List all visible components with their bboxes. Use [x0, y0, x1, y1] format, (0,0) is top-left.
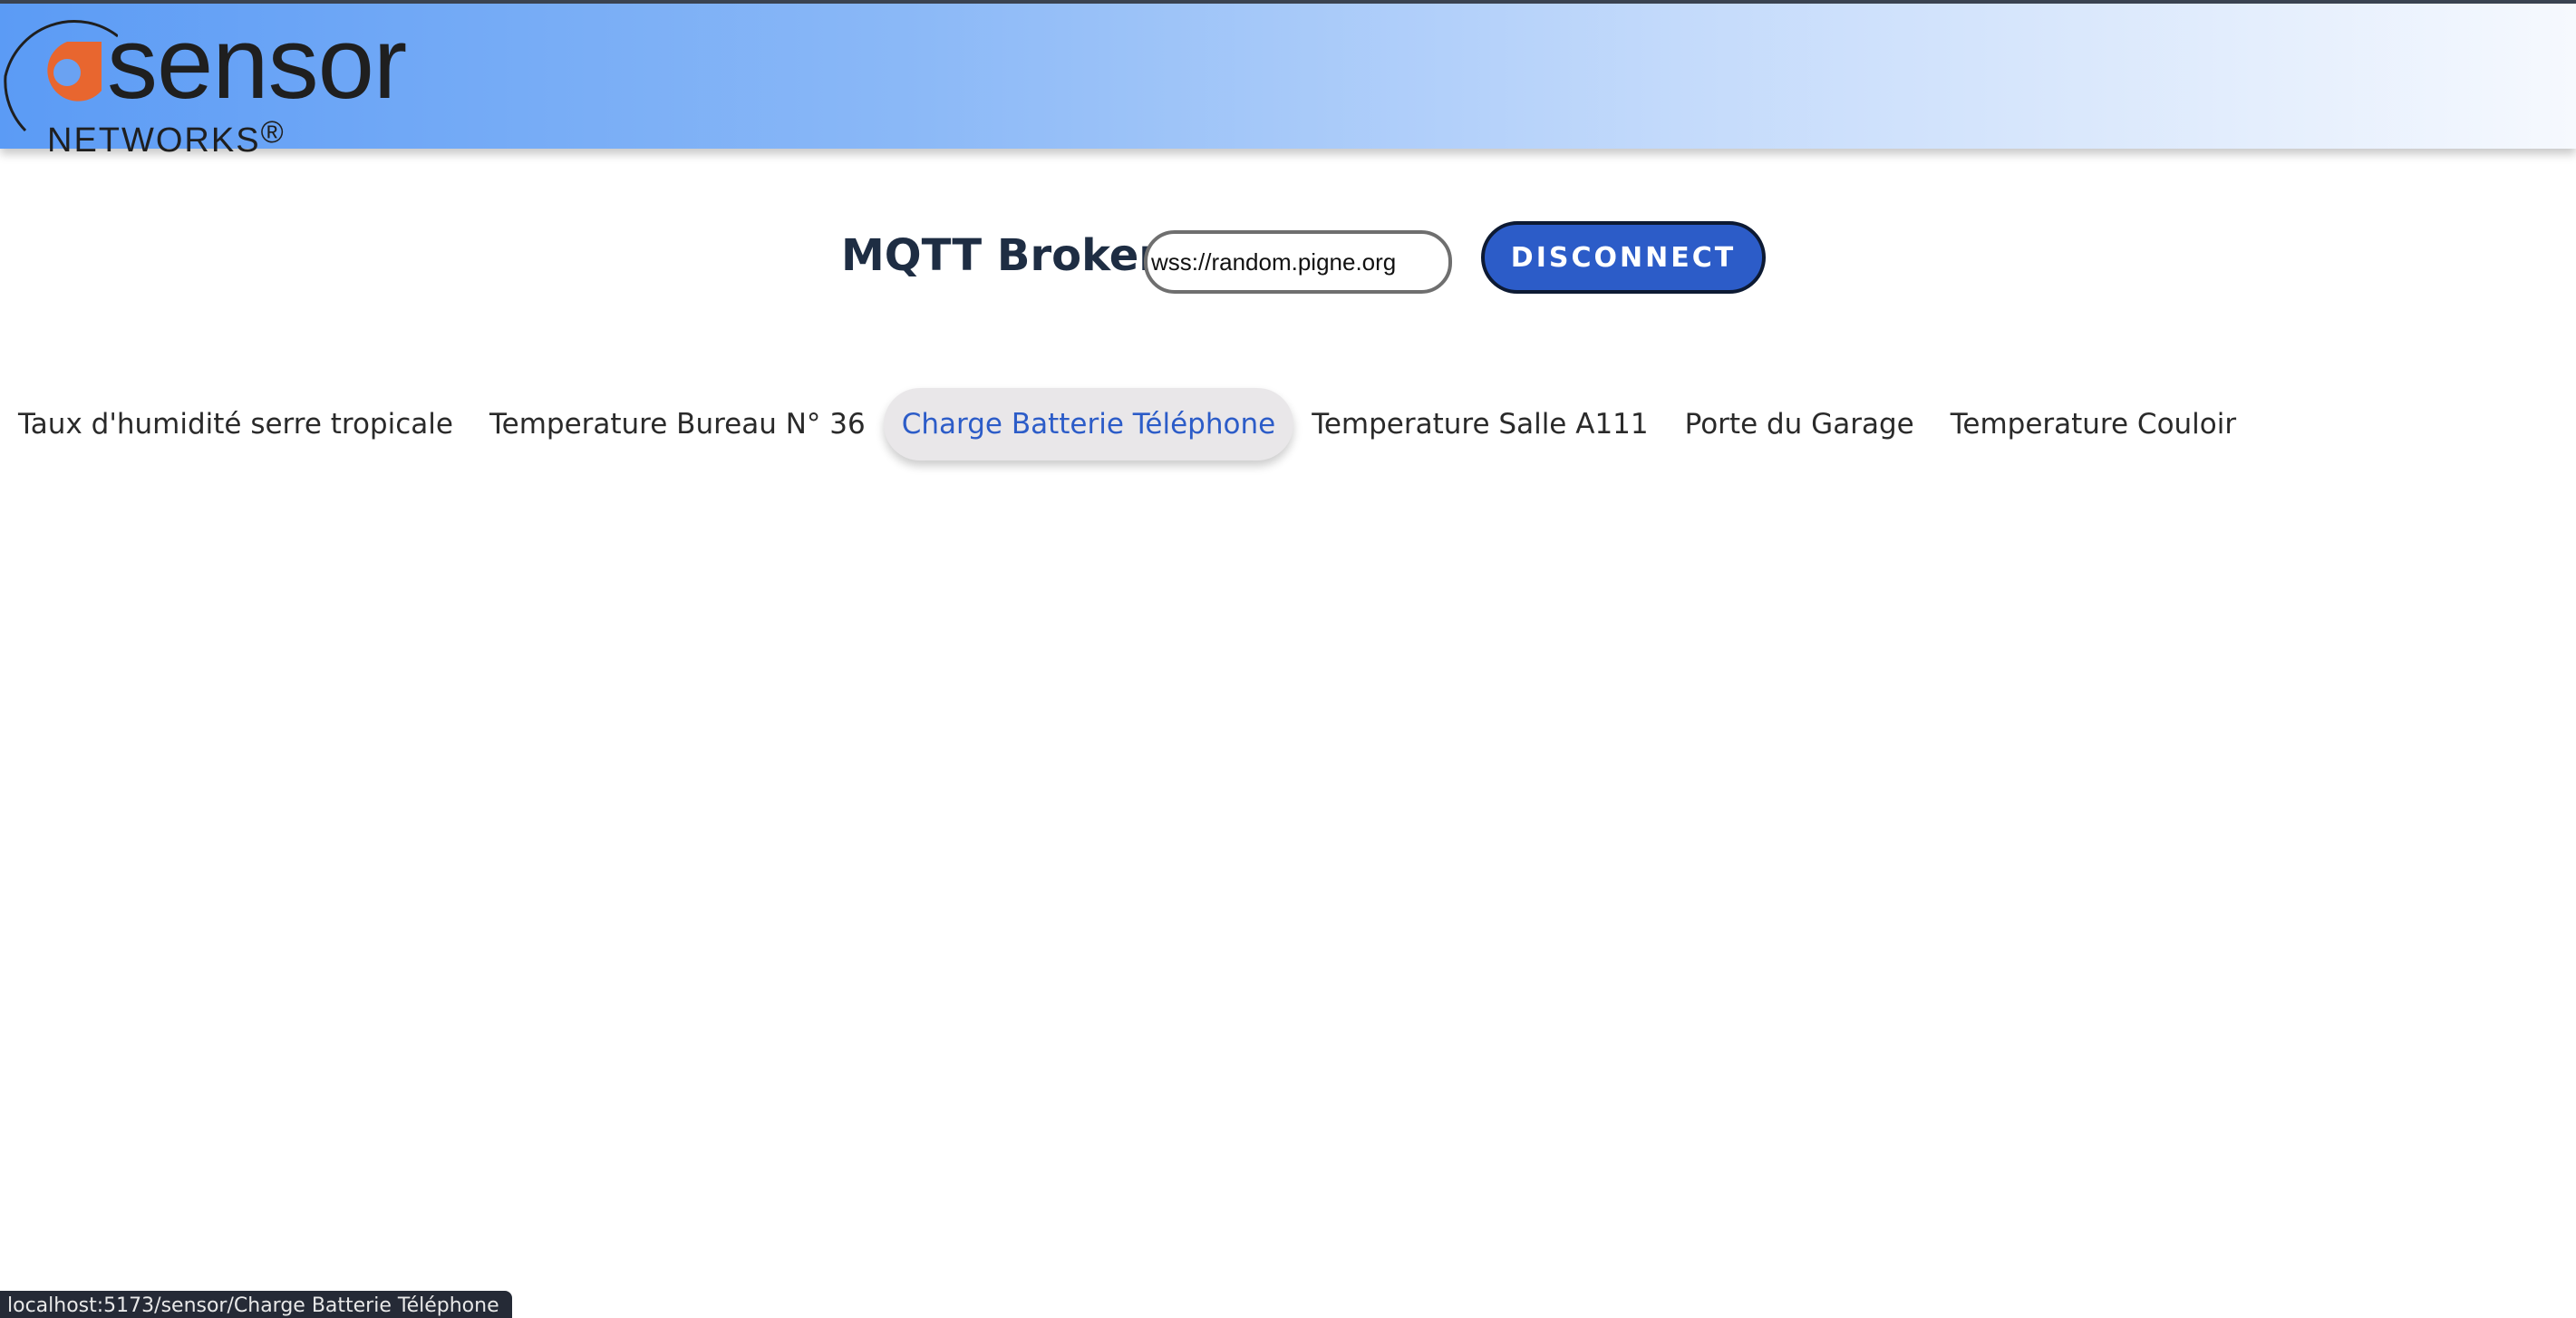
- tab-temperature-room-a111[interactable]: Temperature Salle A111: [1293, 388, 1666, 460]
- tab-temperature-office-36[interactable]: Temperature Bureau N° 36: [471, 388, 884, 460]
- tab-temperature-hallway[interactable]: Temperature Couloir: [1932, 388, 2254, 460]
- brand-logo[interactable]: sensor NETWORKS®: [0, 4, 453, 159]
- brand-subtitle-text: NETWORKS: [47, 121, 261, 160]
- brand-subtitle: NETWORKS®: [47, 114, 284, 159]
- broker-url-input[interactable]: [1144, 230, 1452, 294]
- registered-mark: ®: [260, 115, 284, 150]
- broker-connection-row: MQTT Broker: DISCONNECT: [0, 218, 2576, 299]
- link-status-bar: localhost:5173/sensor/Charge Batterie Té…: [0, 1291, 512, 1318]
- broker-label: MQTT Broker:: [841, 230, 1178, 281]
- brand-wordmark: sensor: [107, 6, 407, 120]
- sensor-tabs: Taux d'humidité serre tropicale Temperat…: [0, 388, 2254, 460]
- tab-phone-battery-charge[interactable]: Charge Batterie Téléphone: [883, 388, 1294, 460]
- disconnect-button[interactable]: DISCONNECT: [1481, 221, 1766, 294]
- tab-garage-door[interactable]: Porte du Garage: [1667, 388, 1932, 460]
- tab-humidity-greenhouse[interactable]: Taux d'humidité serre tropicale: [0, 388, 471, 460]
